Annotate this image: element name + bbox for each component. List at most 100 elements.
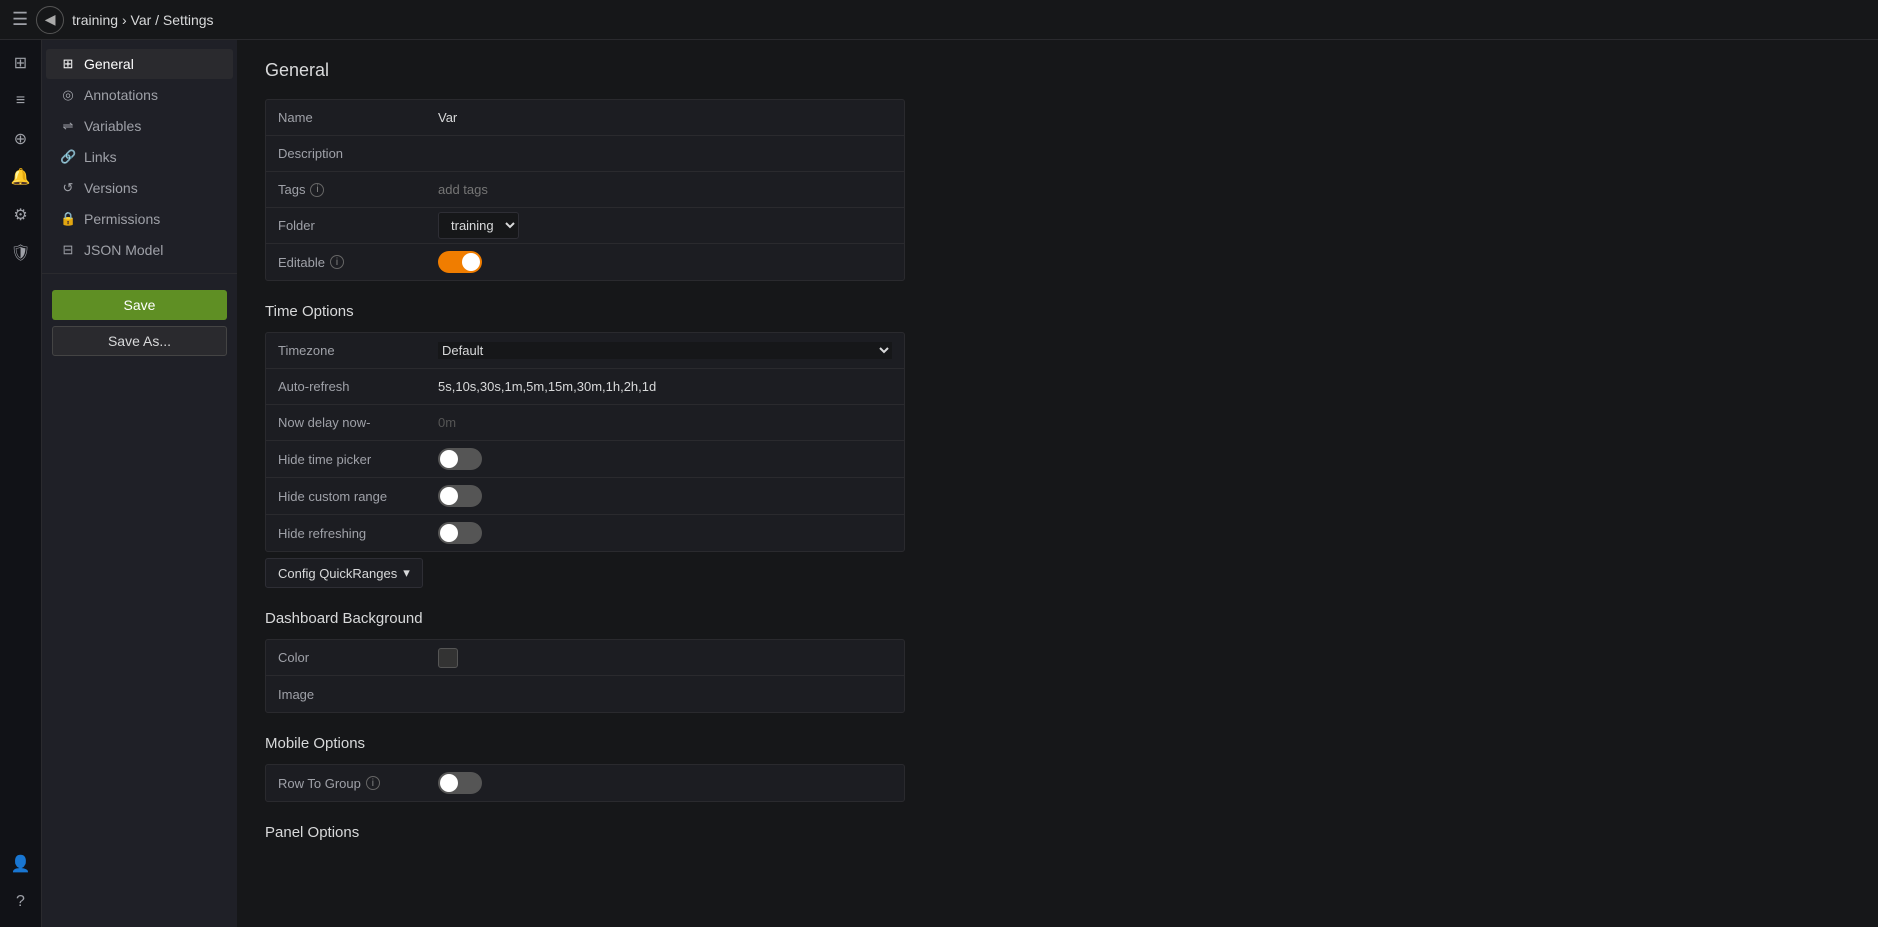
hide-custom-range-label: Hide custom range xyxy=(266,482,426,511)
name-row: Name xyxy=(266,100,904,136)
page-title: General xyxy=(265,60,1850,81)
sidebar-item-permissions-label: Permissions xyxy=(84,211,160,227)
mobile-options-heading: Mobile Options xyxy=(265,735,1850,752)
breadcrumb: training › Var / Settings xyxy=(72,12,213,28)
hide-custom-range-row: Hide custom range xyxy=(266,478,904,515)
editable-info-icon[interactable]: i xyxy=(330,255,344,269)
list-icon[interactable]: ≡ xyxy=(4,84,38,118)
timezone-select[interactable]: Default UTC Browser Time xyxy=(438,342,892,359)
gear-icon[interactable]: ⚙ xyxy=(4,198,38,232)
bell-icon[interactable]: 🔔 xyxy=(4,160,38,194)
versions-icon: ↺ xyxy=(60,180,76,196)
hide-time-picker-toggle[interactable] xyxy=(438,448,482,470)
description-label: Description xyxy=(266,139,426,168)
top-bar: ☰ ◀ training › Var / Settings xyxy=(0,0,1878,40)
sidebar-item-links-label: Links xyxy=(84,149,117,165)
mobile-options-form-group: Row To Group i xyxy=(265,764,905,802)
sidebar-item-versions-label: Versions xyxy=(84,180,138,196)
sidebar-buttons: Save Save As... xyxy=(42,282,237,364)
sidebar-item-versions[interactable]: ↺ Versions xyxy=(46,173,233,203)
help-icon[interactable]: ? xyxy=(4,885,38,919)
time-options-form-group: Timezone Default UTC Browser Time Auto-r… xyxy=(265,332,905,552)
tags-label: Tags i xyxy=(266,175,426,204)
save-button[interactable]: Save xyxy=(52,290,227,320)
icon-bar: ☰ ⊞ ≡ ⊕ 🔔 ⚙ 🛡 👤 ? xyxy=(0,0,42,927)
now-delay-row: Now delay now- xyxy=(266,405,904,441)
row-to-group-row: Row To Group i xyxy=(266,765,904,801)
main-layout: ⊞ General ◎ Annotations ⇌ Variables 🔗 Li… xyxy=(42,40,1878,927)
general-form-group: Name Description Tags i Folder xyxy=(265,99,905,281)
folder-label: Folder xyxy=(266,211,426,240)
breadcrumb-current: Var / Settings xyxy=(131,12,214,28)
sidebar-item-json-model[interactable]: ⊟ JSON Model xyxy=(46,235,233,265)
hide-time-picker-row: Hide time picker xyxy=(266,441,904,478)
autorefresh-label: Auto-refresh xyxy=(266,372,426,401)
variables-icon: ⇌ xyxy=(60,118,76,134)
tags-input[interactable] xyxy=(426,182,904,197)
editable-row: Editable i xyxy=(266,244,904,280)
sidebar-item-annotations[interactable]: ◎ Annotations xyxy=(46,80,233,110)
permissions-icon: 🔒 xyxy=(60,211,76,227)
config-quickranges-button[interactable]: Config QuickRanges ▾ xyxy=(265,558,423,588)
sidebar-item-annotations-label: Annotations xyxy=(84,87,158,103)
tags-info-icon[interactable]: i xyxy=(310,183,324,197)
breadcrumb-separator: › xyxy=(122,12,131,28)
sidebar-item-variables[interactable]: ⇌ Variables xyxy=(46,111,233,141)
back-button[interactable]: ◀ xyxy=(36,6,64,34)
sidebar-item-general-label: General xyxy=(84,56,134,72)
autorefresh-row: Auto-refresh xyxy=(266,369,904,405)
sidebar-item-general[interactable]: ⊞ General xyxy=(46,49,233,79)
row-to-group-toggle[interactable] xyxy=(438,772,482,794)
time-options-heading: Time Options xyxy=(265,303,1850,320)
hide-refreshing-row: Hide refreshing xyxy=(266,515,904,551)
links-icon: 🔗 xyxy=(60,149,76,165)
hide-custom-range-toggle[interactable] xyxy=(438,485,482,507)
name-input[interactable] xyxy=(426,110,904,125)
folder-row: Folder training xyxy=(266,208,904,244)
color-label: Color xyxy=(266,643,426,672)
dashboard-bg-heading: Dashboard Background xyxy=(265,610,1850,627)
dashboard-bg-form-group: Color Image xyxy=(265,639,905,713)
hide-refreshing-label: Hide refreshing xyxy=(266,519,426,548)
json-model-icon: ⊟ xyxy=(60,242,76,258)
content-area: General Name Description Tags i xyxy=(237,40,1878,927)
config-quickranges-label: Config QuickRanges xyxy=(278,566,397,581)
breadcrumb-prefix: training xyxy=(72,12,118,28)
menu-icon[interactable]: ☰ xyxy=(12,9,28,30)
editable-label: Editable i xyxy=(266,248,426,277)
name-label: Name xyxy=(266,103,426,132)
image-label: Image xyxy=(266,680,426,709)
image-input[interactable] xyxy=(426,687,904,702)
autorefresh-input[interactable] xyxy=(426,379,904,394)
save-as-button[interactable]: Save As... xyxy=(52,326,227,356)
tags-row: Tags i xyxy=(266,172,904,208)
panel-options-heading: Panel Options xyxy=(265,824,1850,841)
apps-icon[interactable]: ⊞ xyxy=(4,46,38,80)
sidebar-divider xyxy=(42,273,237,274)
folder-select[interactable]: training xyxy=(438,212,519,239)
description-row: Description xyxy=(266,136,904,172)
row-to-group-label: Row To Group i xyxy=(266,769,426,798)
now-delay-input[interactable] xyxy=(426,415,904,430)
image-row: Image xyxy=(266,676,904,712)
sidebar-item-permissions[interactable]: 🔒 Permissions xyxy=(46,204,233,234)
sidebar-item-links[interactable]: 🔗 Links xyxy=(46,142,233,172)
timezone-row: Timezone Default UTC Browser Time xyxy=(266,333,904,369)
description-input[interactable] xyxy=(426,146,904,161)
general-icon: ⊞ xyxy=(60,56,76,72)
editable-toggle[interactable] xyxy=(438,251,482,273)
globe-icon[interactable]: ⊕ xyxy=(4,122,38,156)
timezone-label: Timezone xyxy=(266,336,426,365)
shield-icon[interactable]: 🛡 xyxy=(4,236,38,270)
sidebar: ⊞ General ◎ Annotations ⇌ Variables 🔗 Li… xyxy=(42,40,237,927)
config-quickranges-arrow: ▾ xyxy=(403,565,410,581)
hide-refreshing-toggle[interactable] xyxy=(438,522,482,544)
color-swatch[interactable] xyxy=(438,648,458,668)
now-delay-label: Now delay now- xyxy=(266,408,426,437)
annotations-icon: ◎ xyxy=(60,87,76,103)
user-avatar-icon[interactable]: 👤 xyxy=(4,847,38,881)
sidebar-item-json-model-label: JSON Model xyxy=(84,242,163,258)
color-row: Color xyxy=(266,640,904,676)
sidebar-item-variables-label: Variables xyxy=(84,118,141,134)
row-to-group-info-icon[interactable]: i xyxy=(366,776,380,790)
